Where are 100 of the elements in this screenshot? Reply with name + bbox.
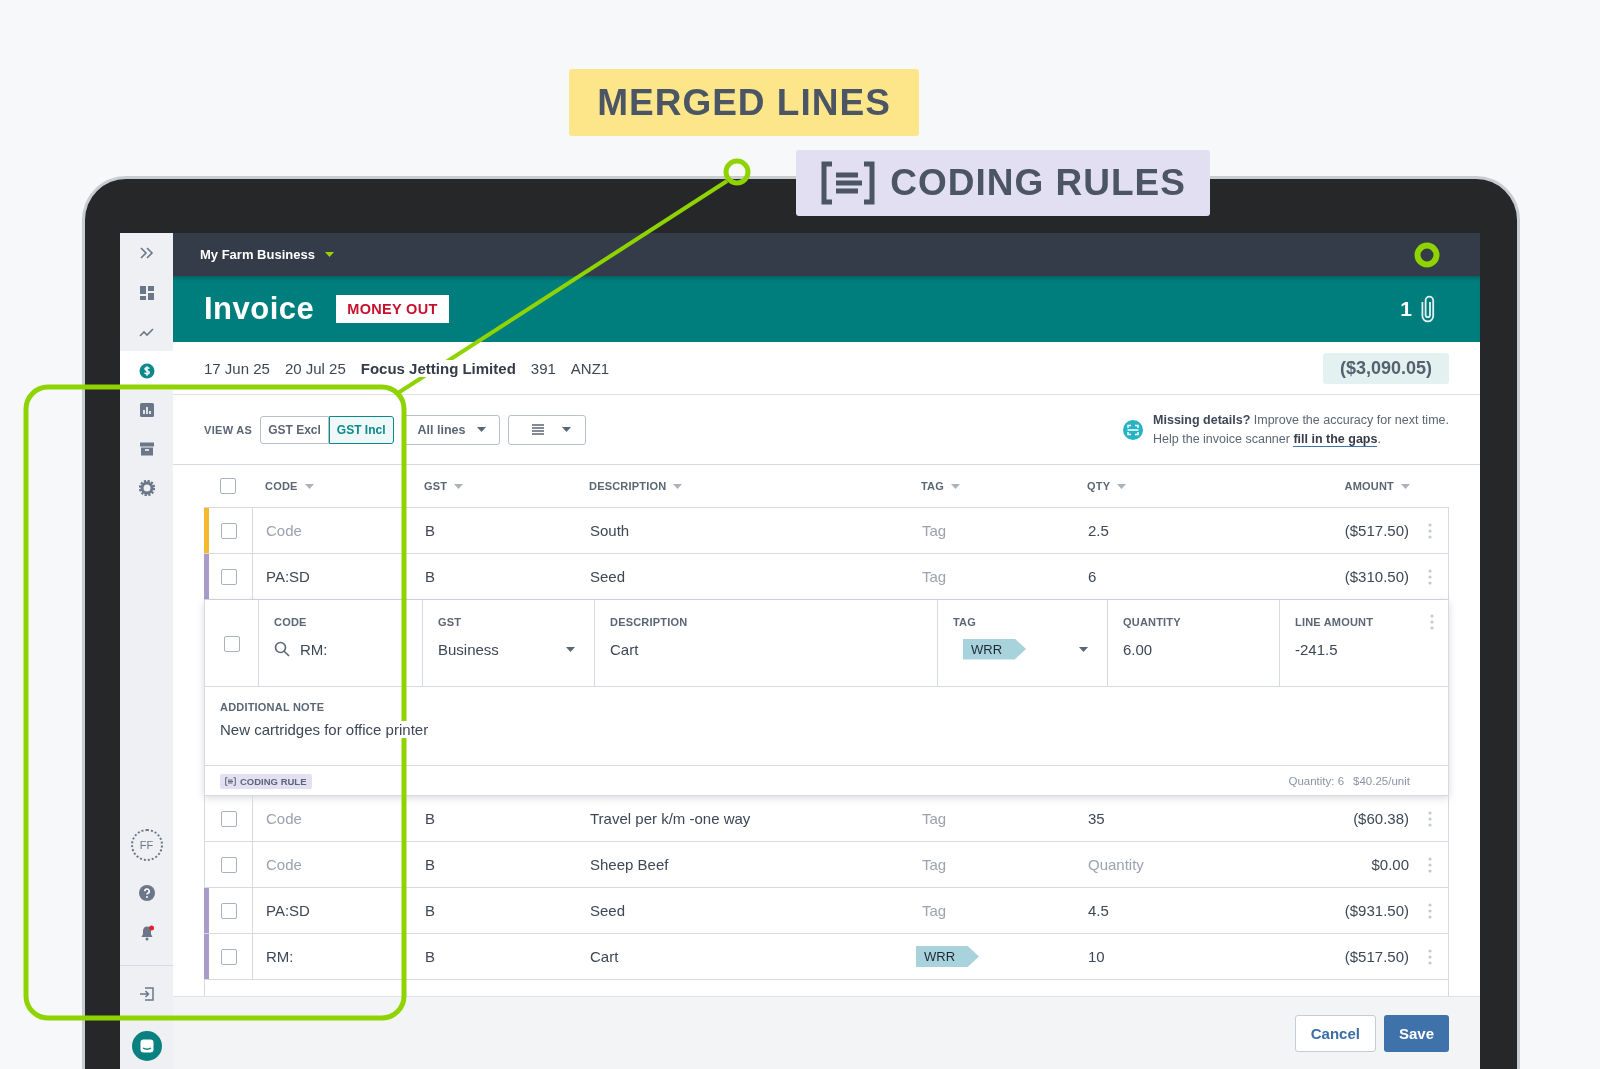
note-text: New cartridges for office printer bbox=[220, 721, 429, 738]
table-cell-text: B bbox=[424, 948, 436, 965]
chevrons-icon[interactable] bbox=[138, 245, 155, 261]
callout-text: CODING RULES bbox=[890, 162, 1186, 204]
dashboard-icon[interactable] bbox=[138, 284, 155, 301]
page-title: Invoice bbox=[204, 291, 315, 327]
table-cell-text: Tag bbox=[921, 522, 948, 539]
help-icon[interactable] bbox=[138, 885, 155, 901]
field-label: LINE AMOUNT bbox=[1295, 616, 1374, 628]
bracket-lines-icon bbox=[820, 161, 877, 205]
organisation-switcher[interactable]: My Farm Business bbox=[200, 247, 334, 262]
tag-chip: WRR bbox=[963, 638, 1027, 660]
archive-icon[interactable] bbox=[138, 440, 155, 457]
field-label: DESCRIPTION bbox=[610, 616, 688, 628]
unit-price: $40.25/unit bbox=[1353, 775, 1410, 787]
table-cell-text: B bbox=[424, 856, 436, 873]
chat-icon[interactable] bbox=[131, 1030, 162, 1061]
table-cell-text: Seed bbox=[589, 902, 627, 919]
table-cell-text: Seed bbox=[589, 568, 627, 585]
line-field[interactable]: Cart bbox=[610, 637, 922, 661]
checkbox[interactable] bbox=[220, 568, 237, 585]
dollar-icon[interactable] bbox=[138, 362, 155, 379]
table-cell-text: Sheep Beef bbox=[589, 856, 670, 873]
more-icon[interactable] bbox=[1428, 948, 1432, 965]
caret-icon bbox=[476, 427, 486, 432]
table-cell-text: ($60.38) bbox=[1352, 810, 1410, 827]
cancel-button[interactable]: Cancel bbox=[1294, 1014, 1376, 1052]
column-header[interactable]: AMOUNT bbox=[1264, 480, 1413, 492]
ring-icon bbox=[1414, 241, 1440, 268]
table-cell-text: RM: bbox=[265, 948, 295, 965]
table-cell-text: B bbox=[424, 568, 436, 585]
callout-label: MERGED LINES bbox=[569, 69, 919, 136]
table-cell-text: Quantity bbox=[1087, 856, 1145, 873]
table-cell-text: 2.5 bbox=[1087, 522, 1110, 539]
more-icon[interactable] bbox=[1428, 856, 1432, 873]
more-icon[interactable] bbox=[1428, 902, 1432, 919]
table-cell-text: ($517.50) bbox=[1343, 522, 1410, 539]
more-icon[interactable] bbox=[1428, 568, 1432, 585]
column-header[interactable]: QTY bbox=[1074, 480, 1264, 492]
sort-icon bbox=[673, 483, 683, 489]
column-header[interactable]: TAG bbox=[908, 480, 1074, 492]
table-cell-text: Tag bbox=[921, 902, 948, 919]
layout-dropdown[interactable] bbox=[507, 414, 586, 445]
sort-icon bbox=[951, 483, 960, 489]
type-badge: MONEY OUT bbox=[336, 295, 449, 323]
caret-icon bbox=[324, 252, 334, 257]
logout-icon[interactable] bbox=[138, 986, 155, 1002]
save-button[interactable]: Save bbox=[1383, 1014, 1449, 1052]
line-field[interactable]: 6.00 bbox=[1123, 637, 1264, 661]
sort-icon bbox=[454, 483, 464, 489]
caret-icon bbox=[566, 646, 575, 652]
tag-dropdown[interactable]: WRR bbox=[953, 637, 1092, 661]
gst-dropdown[interactable]: Business bbox=[438, 637, 579, 661]
sort-icon bbox=[1117, 483, 1127, 489]
checkbox[interactable] bbox=[223, 636, 240, 652]
column-header[interactable]: GST bbox=[411, 480, 576, 492]
checkbox[interactable] bbox=[220, 856, 237, 873]
checkbox[interactable] bbox=[220, 948, 237, 965]
tag-chip: WRR bbox=[916, 946, 980, 967]
table-cell-text: Travel per k/m -one way bbox=[589, 810, 752, 827]
bar-chart-icon[interactable] bbox=[138, 401, 155, 418]
code-field[interactable]: RM: bbox=[274, 637, 407, 661]
caret-icon bbox=[561, 427, 571, 432]
view-as-label: VIEW AS bbox=[204, 423, 253, 436]
field-label: CODE bbox=[274, 616, 307, 628]
caret-icon bbox=[1079, 646, 1088, 652]
badge-label: CODING RULE bbox=[240, 775, 307, 787]
table-cell-text: Tag bbox=[921, 810, 948, 827]
more-icon[interactable] bbox=[1428, 810, 1432, 827]
more-icon[interactable] bbox=[1428, 522, 1432, 539]
checkbox[interactable] bbox=[220, 810, 237, 827]
sort-icon bbox=[304, 483, 314, 489]
checkbox[interactable] bbox=[220, 478, 236, 494]
table-cell-text: PA:SD bbox=[265, 568, 311, 585]
paperclip-icon[interactable] bbox=[1420, 295, 1436, 323]
table-cell-text: Code bbox=[265, 810, 303, 827]
table-cell-text: South bbox=[589, 522, 631, 539]
invoice-detail: Focus Jetting Limited bbox=[360, 359, 516, 377]
field-label: GST bbox=[438, 616, 462, 628]
avatar[interactable]: FF bbox=[130, 829, 163, 861]
column-header[interactable]: CODE bbox=[252, 480, 411, 492]
view-toggle[interactable]: GST Excl bbox=[260, 415, 329, 444]
table-cell-text: 4.5 bbox=[1087, 902, 1110, 919]
table-cell-text: Cart bbox=[589, 948, 620, 965]
table-cell-text: ($310.50) bbox=[1343, 568, 1410, 585]
view-toggle[interactable]: GST Incl bbox=[328, 415, 394, 444]
table-cell-text: Code bbox=[265, 856, 303, 873]
checkbox[interactable] bbox=[220, 902, 237, 919]
table-cell-text: 10 bbox=[1087, 948, 1106, 965]
table-cell-text: Code bbox=[265, 522, 303, 539]
line-field[interactable]: -241.5 bbox=[1295, 637, 1433, 661]
table-cell-text: ($931.50) bbox=[1343, 902, 1410, 919]
table-cell-text: $0.00 bbox=[1370, 856, 1410, 873]
column-header[interactable]: DESCRIPTION bbox=[576, 480, 908, 492]
table-cell-text: 35 bbox=[1087, 810, 1106, 827]
settings-icon[interactable] bbox=[138, 479, 155, 496]
checkbox[interactable] bbox=[220, 522, 237, 539]
more-icon[interactable] bbox=[1430, 614, 1434, 630]
invoice-total: ($3,090.05) bbox=[1322, 352, 1449, 384]
attachment-count: 1 bbox=[1400, 297, 1412, 321]
